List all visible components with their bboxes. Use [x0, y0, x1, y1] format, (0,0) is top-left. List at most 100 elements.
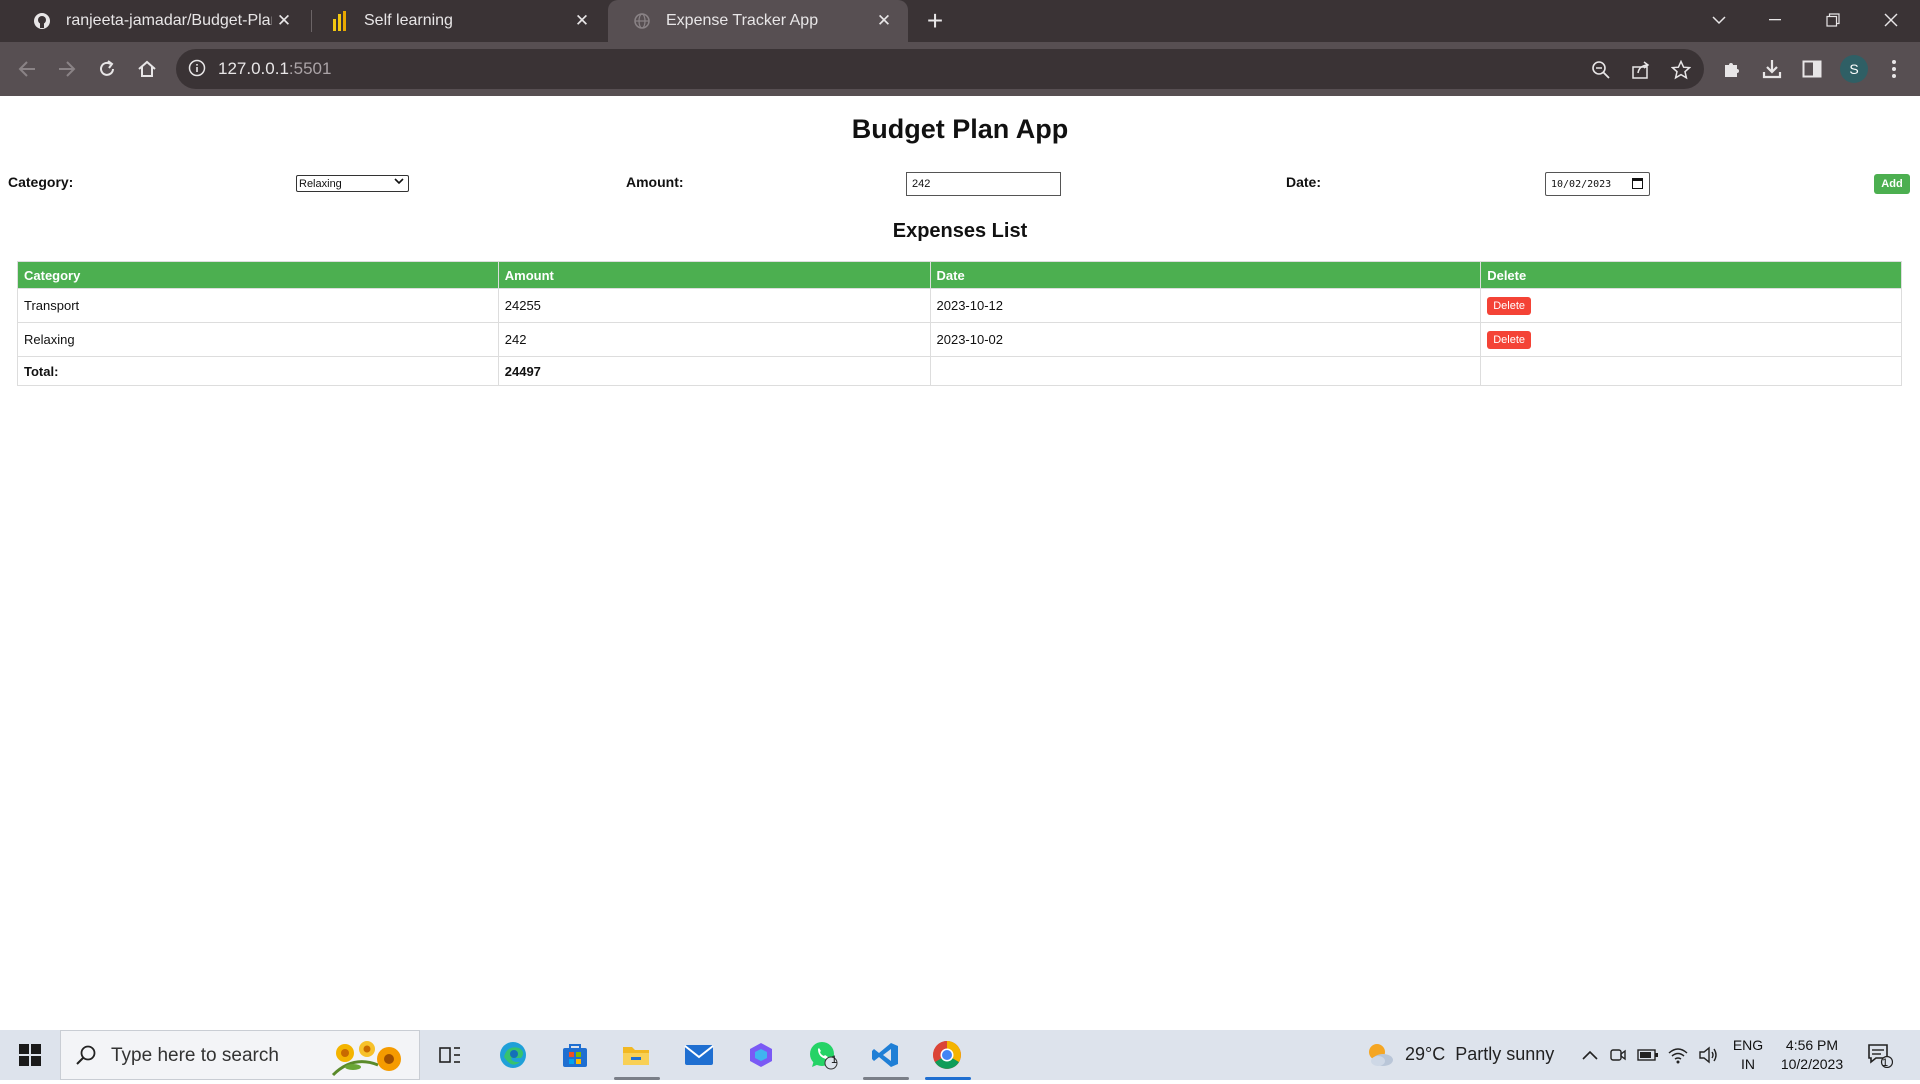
search-icon — [75, 1044, 97, 1071]
header-date: Date — [929, 261, 1482, 289]
new-tab-button[interactable]: + — [920, 5, 950, 36]
table-row: Transport 24255 2023-10-12 Delete — [17, 288, 1902, 323]
tab-title: Self learning — [364, 12, 453, 29]
tab-expense-tracker[interactable]: Expense Tracker App ✕ — [608, 0, 908, 42]
back-button[interactable] — [11, 53, 43, 85]
windows-taskbar: Type here to search 1 29°C Partly sunny … — [0, 1030, 1920, 1080]
weather-desc: Partly sunny — [1455, 1044, 1555, 1064]
edge-browser-icon[interactable] — [497, 1039, 529, 1071]
reload-icon[interactable] — [91, 53, 123, 85]
delete-button[interactable]: Delete — [1487, 330, 1531, 349]
zoom-icon[interactable] — [1589, 58, 1613, 82]
region-code: IN — [1741, 1056, 1755, 1072]
total-value: 24497 — [497, 356, 931, 386]
category-label: Category: — [8, 174, 74, 190]
amount-input[interactable]: 242 — [906, 172, 1061, 196]
language-code: ENG — [1732, 1037, 1764, 1053]
date-input[interactable]: 10/02/2023 — [1545, 172, 1650, 196]
search-placeholder: Type here to search — [111, 1045, 279, 1066]
restore-button[interactable] — [1810, 0, 1856, 40]
cell-date: 2023-10-12 — [929, 288, 1482, 323]
calendar-icon[interactable] — [1632, 178, 1643, 189]
menu-kebab-icon[interactable] — [1878, 53, 1910, 85]
speaker-volume-icon[interactable] — [1692, 1039, 1724, 1071]
vscode-icon[interactable] — [869, 1039, 901, 1071]
avatar-letter: S — [1849, 61, 1859, 77]
cell-amount: 24255 — [497, 288, 931, 323]
windows-start-icon[interactable] — [14, 1039, 46, 1071]
whatsapp-badge: 1 — [831, 1054, 838, 1066]
globe-icon — [632, 11, 652, 31]
copilot-app-icon[interactable] — [745, 1039, 777, 1071]
weather-temp: 29°C — [1405, 1044, 1446, 1064]
clock-date: 10/2/2023 — [1780, 1056, 1844, 1072]
browser-toolbar: 127.0.0.1:5501 S — [0, 42, 1920, 96]
table-header-row: Category Amount Date Delete — [17, 261, 1902, 289]
mail-icon[interactable] — [683, 1039, 715, 1071]
info-icon[interactable] — [188, 59, 208, 79]
language-indicator[interactable]: ENG IN — [1728, 1036, 1768, 1074]
notification-center-icon[interactable] — [1864, 1039, 1896, 1071]
microsoft-store-icon[interactable] — [559, 1039, 591, 1071]
github-icon — [32, 11, 52, 31]
cell-amount: 242 — [497, 322, 931, 357]
date-value: 10/02/2023 — [1551, 178, 1612, 190]
weather-readout[interactable]: 29°C Partly sunny — [1405, 1044, 1554, 1065]
browser-tab-bar: ranjeeta-jamadar/Budget-Plan ✕ Self lear… — [0, 0, 1920, 42]
chevron-down-icon — [394, 177, 404, 188]
extensions-puzzle-icon[interactable] — [1716, 53, 1748, 85]
total-label: Total: — [17, 356, 499, 386]
cell-category: Transport — [17, 288, 499, 323]
wifi-icon[interactable] — [1662, 1039, 1694, 1071]
battery-icon[interactable] — [1632, 1039, 1664, 1071]
amount-label: Amount: — [626, 174, 684, 190]
minimize-button[interactable] — [1752, 0, 1798, 40]
chrome-icon[interactable] — [931, 1039, 963, 1071]
cell-date: 2023-10-02 — [929, 322, 1482, 357]
close-icon[interactable]: ✕ — [872, 9, 896, 33]
cell-delete: Delete — [1480, 322, 1902, 357]
flowers-illustration-icon — [323, 1035, 413, 1079]
taskbar-search-box[interactable]: Type here to search — [60, 1030, 420, 1080]
url-text: 127.0.0.1:5501 — [218, 59, 332, 78]
notification-count: 1 — [1881, 1057, 1889, 1069]
add-button[interactable]: Add — [1874, 174, 1910, 194]
header-delete: Delete — [1480, 261, 1902, 289]
tab-self-learning[interactable]: Self learning ✕ — [306, 0, 606, 42]
close-icon[interactable]: ✕ — [272, 9, 296, 33]
file-explorer-icon[interactable] — [620, 1039, 652, 1071]
cell-delete: Delete — [1480, 288, 1902, 323]
close-window-button[interactable] — [1868, 0, 1914, 40]
address-bar[interactable]: 127.0.0.1:5501 — [176, 49, 1704, 89]
date-label: Date: — [1286, 174, 1322, 190]
side-panel-icon[interactable] — [1796, 53, 1828, 85]
header-amount: Amount — [497, 261, 931, 289]
weather-partly-sunny-icon[interactable] — [1364, 1039, 1396, 1071]
share-icon[interactable] — [1629, 58, 1653, 82]
tab-github[interactable]: ranjeeta-jamadar/Budget-Plan ✕ — [8, 0, 308, 42]
forward-button[interactable] — [51, 53, 83, 85]
table-row: Relaxing 242 2023-10-02 Delete — [17, 322, 1902, 357]
home-icon[interactable] — [131, 53, 163, 85]
page-content: Budget Plan App Category: Relaxing Amoun… — [0, 96, 1920, 1030]
bookmark-star-icon[interactable] — [1669, 58, 1693, 82]
expenses-table: Category Amount Date Delete Transport 24… — [17, 261, 1902, 386]
cell-category: Relaxing — [17, 322, 499, 357]
category-select[interactable]: Relaxing — [296, 175, 409, 192]
clock[interactable]: 4:56 PM 10/2/2023 — [1772, 1036, 1852, 1074]
empty-cell — [1480, 356, 1902, 386]
category-selected-value: Relaxing — [299, 177, 342, 190]
empty-cell — [929, 356, 1482, 386]
camera-icon[interactable] — [1602, 1039, 1634, 1071]
expenses-list-title: Expenses List — [892, 220, 1028, 242]
close-icon[interactable]: ✕ — [570, 9, 594, 33]
power-bi-icon — [330, 11, 350, 31]
page-title: Budget Plan App — [851, 114, 1069, 144]
header-category: Category — [17, 261, 499, 289]
delete-button[interactable]: Delete — [1487, 296, 1531, 315]
download-icon[interactable] — [1756, 53, 1788, 85]
tab-search-chevron-icon[interactable] — [1696, 0, 1742, 40]
tab-title: Expense Tracker App — [666, 12, 819, 29]
task-view-icon[interactable] — [434, 1039, 466, 1071]
profile-avatar[interactable]: S — [1840, 55, 1868, 83]
